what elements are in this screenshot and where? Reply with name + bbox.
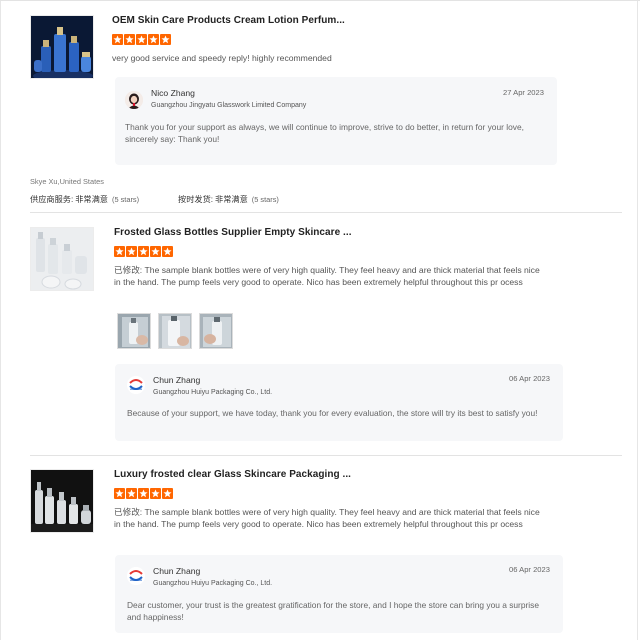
reply-author-name: Nico Zhang [151,88,195,98]
reply-text: Thank you for your support as always, we… [125,122,524,144]
review-body: 已修改: The sample blank bottles were of ve… [114,506,546,530]
rating-label: 按时发货: [178,195,214,204]
review-body: very good service and speedy reply! high… [112,53,332,63]
rating-stars-text: (5 stars) [111,195,140,204]
reply-text: Dear customer, your trust is the greates… [127,600,539,622]
reply-text: Because of your support, we have today, … [127,408,538,418]
review-body-text: The sample blank bottles were of very hi… [114,265,540,287]
page-border-left [0,0,1,640]
supplier-reply: Chun Zhang Guangzhou Huiyu Packaging Co.… [115,555,563,633]
star-icon [138,488,149,499]
star-icon [148,34,159,45]
star-icon [126,488,137,499]
reply-company: Guangzhou Huiyu Packaging Co., Ltd. [153,389,273,396]
on-time-delivery-rating: 按时发货: 非常满意 (5 stars) [178,193,279,205]
rating-value: 非常满意 [75,195,108,204]
star-icon [162,246,173,257]
star-rating [114,488,173,501]
rating-value: 非常满意 [215,195,248,204]
product-thumbnail[interactable] [30,469,94,533]
star-icon [150,246,161,257]
reply-author-name: Chun Zhang [153,566,201,576]
star-icon [114,246,125,257]
rating-stars-text: (5 stars) [251,195,279,204]
edited-tag: 已修改: [114,265,143,275]
reply-date: 06 Apr 2023 [509,374,550,383]
review-body-text: The sample blank bottles were of very hi… [114,507,540,529]
person-avatar [125,91,143,109]
product-title[interactable]: OEM Skin Care Products Cream Lotion Perf… [112,15,345,26]
star-icon [114,488,125,499]
rating-label: 供应商服务: [30,195,74,204]
star-icon [160,34,171,45]
review-divider [30,455,622,456]
reply-company: Guangzhou Huiyu Packaging Co., Ltd. [153,580,273,587]
product-thumbnail[interactable] [30,15,94,79]
product-thumbnail[interactable] [30,227,94,291]
huiyu-logo-icon [127,376,145,394]
star-icon [162,488,173,499]
star-icon [150,488,161,499]
huiyu-logo-icon [127,567,145,585]
star-icon [124,34,135,45]
supplier-reply: Chun Zhang Guangzhou Huiyu Packaging Co.… [115,364,563,441]
star-rating [114,246,173,259]
reply-date: 27 Apr 2023 [503,88,544,97]
top-divider [0,0,640,1]
supplier-service-rating: 供应商服务: 非常满意 (5 stars) [30,193,139,205]
star-icon [136,34,147,45]
review-photo[interactable] [199,313,233,349]
star-rating [112,34,171,47]
star-icon [126,246,137,257]
review-photo[interactable] [117,313,151,349]
star-icon [112,34,123,45]
review-photo[interactable] [158,313,192,349]
review-body: 已修改: The sample blank bottles were of ve… [114,264,546,288]
product-title[interactable]: Luxury frosted clear Glass Skincare Pack… [114,469,351,480]
reply-author-name: Chun Zhang [153,375,201,385]
supplier-reply: Nico Zhang Guangzhou Jingyatu Glasswork … [115,77,557,165]
reply-company: Guangzhou Jingyatu Glasswork Limited Com… [151,102,307,109]
edited-tag: 已修改: [114,507,143,517]
reply-date: 06 Apr 2023 [509,565,550,574]
reviewer-name: Skye Xu,United States [30,177,104,186]
review-photos [117,313,233,349]
star-icon [138,246,149,257]
page-border-right [637,0,638,640]
product-title[interactable]: Frosted Glass Bottles Supplier Empty Ski… [114,227,352,238]
review-divider [30,212,622,213]
